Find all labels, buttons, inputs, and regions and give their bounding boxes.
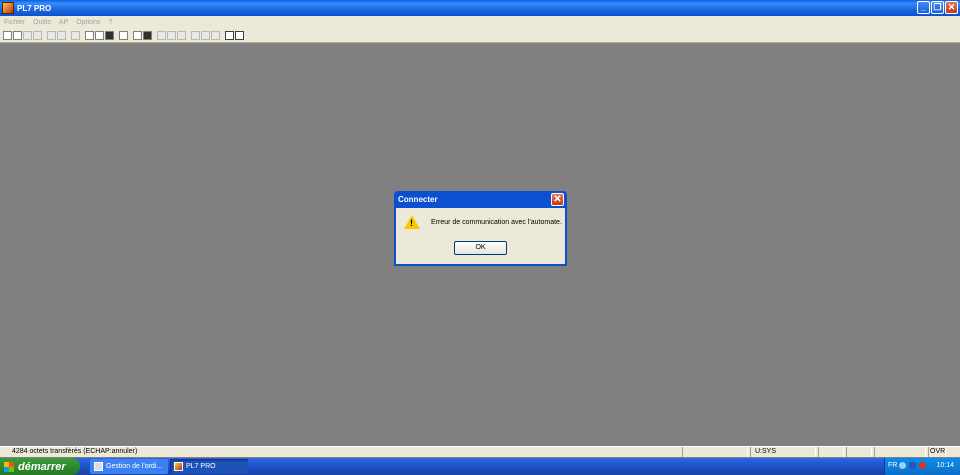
dialog-close-button[interactable]: ✕ xyxy=(551,193,564,206)
list-icon[interactable] xyxy=(85,30,94,40)
warning-mark: ! xyxy=(410,218,413,228)
status-cell xyxy=(818,447,844,457)
taskbar-item-gestion[interactable]: Gestion de l'ordi... xyxy=(90,459,168,474)
title-bar: PL7 PRO _ ❐ ✕ xyxy=(0,0,960,16)
stop-icon[interactable] xyxy=(177,30,186,40)
window-icon[interactable] xyxy=(211,30,220,40)
menu-bar: Fichier Outils AP Options ? xyxy=(0,16,960,28)
status-ovr-text: OVR xyxy=(930,448,946,455)
taskbar-item-pl7pro[interactable]: PL7 PRO xyxy=(170,459,248,474)
connect-dialog: Connecter ✕ ! Erreur de communication av… xyxy=(394,191,567,266)
windows-logo-icon xyxy=(4,461,14,472)
system-tray: FR 10:14 xyxy=(884,458,960,475)
status-cell xyxy=(874,447,926,457)
dialog-title-bar: Connecter ✕ xyxy=(396,191,565,208)
taskbar-item-label: PL7 PRO xyxy=(186,463,216,470)
ok-button[interactable]: OK xyxy=(454,241,507,255)
device-icon[interactable] xyxy=(909,462,916,469)
computer-management-icon xyxy=(94,462,103,471)
module-icon[interactable] xyxy=(143,30,152,40)
info-icon[interactable] xyxy=(225,30,234,40)
config-icon[interactable] xyxy=(119,30,128,40)
status-cell xyxy=(846,447,872,457)
start-label: démarrer xyxy=(18,460,66,473)
status-cell-mode: U:SYS xyxy=(750,447,816,457)
network-icon[interactable] xyxy=(899,462,906,469)
restore-button[interactable]: ❐ xyxy=(931,1,944,14)
close-button[interactable]: ✕ xyxy=(945,1,958,14)
taskbar: démarrer Gestion de l'ordi... PL7 PRO FR… xyxy=(0,458,960,475)
window-title: PL7 PRO xyxy=(17,3,52,13)
toolbar xyxy=(0,28,960,43)
menu-options[interactable]: Options xyxy=(76,19,100,26)
connect-icon[interactable] xyxy=(157,30,166,40)
menu-outils[interactable]: Outils xyxy=(33,19,51,26)
dialog-title: Connecter xyxy=(398,195,438,204)
run-icon[interactable] xyxy=(167,30,176,40)
dialog-body: ! Erreur de communication avec l'automat… xyxy=(396,208,565,264)
monitor-icon[interactable] xyxy=(133,30,142,40)
browser-icon[interactable] xyxy=(105,30,114,40)
new-icon[interactable] xyxy=(3,30,12,40)
app-icon xyxy=(174,462,183,471)
app-icon xyxy=(2,2,14,14)
open-icon[interactable] xyxy=(13,30,22,40)
status-cell xyxy=(682,447,748,457)
validate-icon[interactable] xyxy=(57,30,66,40)
start-button[interactable]: démarrer xyxy=(0,458,80,475)
binoculars-icon[interactable] xyxy=(95,30,104,40)
compare-icon[interactable] xyxy=(201,30,210,40)
save-icon[interactable] xyxy=(23,30,32,40)
print-icon[interactable] xyxy=(33,30,42,40)
language-indicator[interactable]: FR xyxy=(888,462,897,469)
clock: 10:14 xyxy=(936,462,954,469)
menu-fichier[interactable]: Fichier xyxy=(4,19,25,26)
minimize-button[interactable]: _ xyxy=(917,1,930,14)
menu-help[interactable]: ? xyxy=(108,19,112,26)
context-help-icon[interactable] xyxy=(235,30,244,40)
status-mode-text: U:SYS xyxy=(755,448,777,455)
undo-icon[interactable] xyxy=(47,30,56,40)
dialog-message: Erreur de communication avec l'automate. xyxy=(431,219,562,226)
taskbar-item-label: Gestion de l'ordi... xyxy=(106,463,163,470)
status-cell-ovr: OVR xyxy=(928,447,946,457)
status-bar: 4284 octets transférés (ECHAP:annuler) U… xyxy=(0,446,960,457)
security-icon[interactable] xyxy=(919,462,926,469)
transfer-icon[interactable] xyxy=(191,30,200,40)
menu-ap[interactable]: AP xyxy=(59,19,68,26)
status-message: 4284 octets transférés (ECHAP:annuler) xyxy=(12,448,138,455)
properties-icon[interactable] xyxy=(71,30,80,40)
